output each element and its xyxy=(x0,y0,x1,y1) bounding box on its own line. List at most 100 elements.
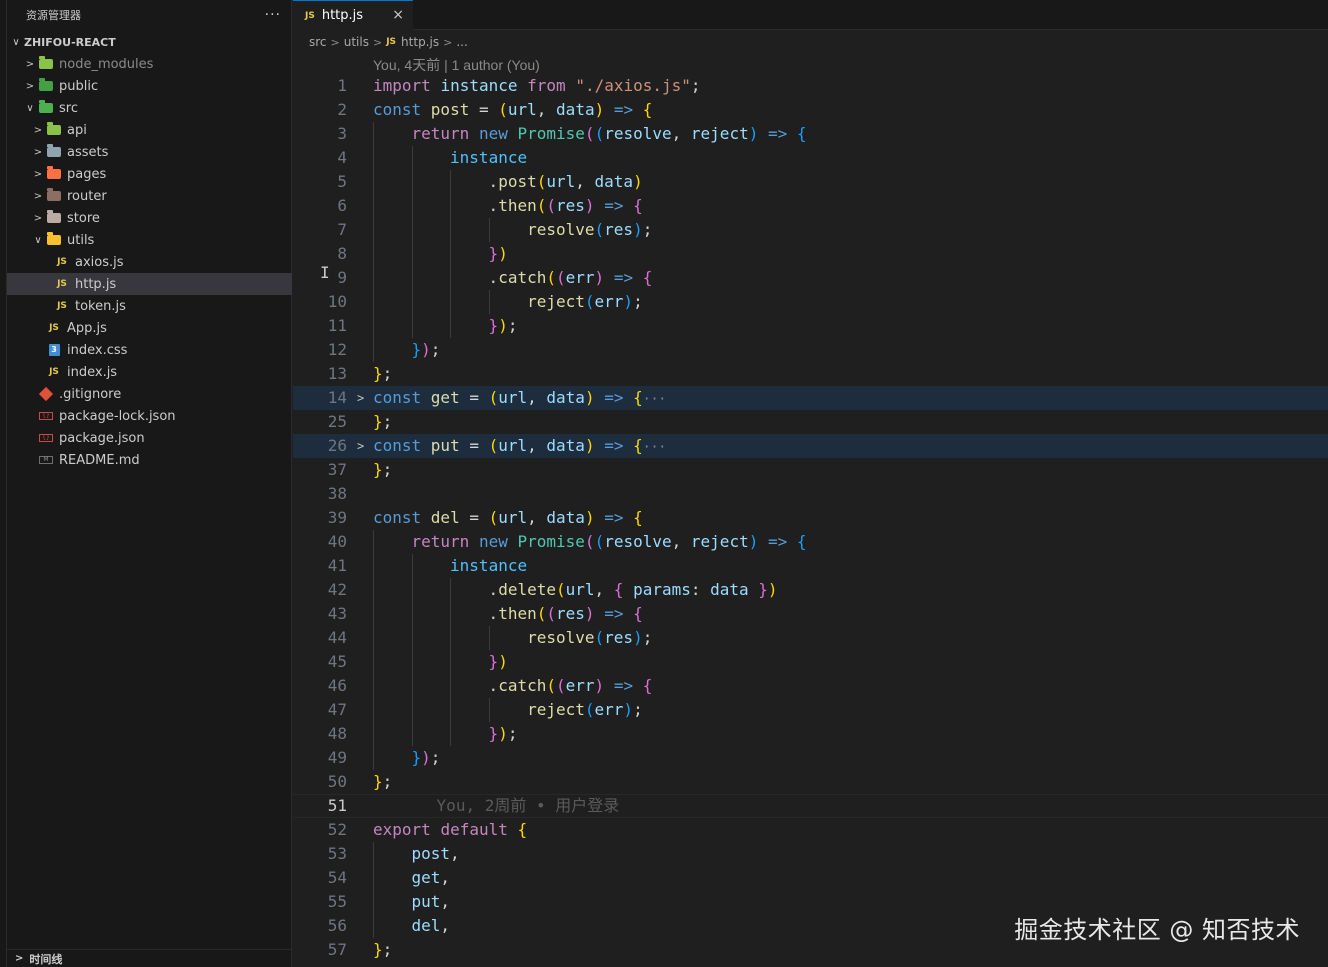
code-token: reject xyxy=(527,700,585,719)
indent-guide xyxy=(373,602,374,626)
code-line[interactable]: 2 const post = (url, data) => { xyxy=(293,98,1328,122)
timeline-panel-header[interactable]: > 时间线 xyxy=(7,949,292,967)
code-line[interactable]: 43 .then((res) => { xyxy=(293,602,1328,626)
code-line[interactable]: 39 const del = (url, data) => { xyxy=(293,506,1328,530)
code-token: post xyxy=(411,844,451,863)
code-line[interactable]: 52 export default { xyxy=(293,818,1328,842)
code-line[interactable]: 46 .catch((err) => { xyxy=(293,674,1328,698)
indent-guide xyxy=(411,242,413,266)
indent-guide xyxy=(373,650,374,674)
tree-item-token-js[interactable]: JS token.js xyxy=(7,295,292,317)
code-token: put xyxy=(430,436,470,455)
tree-item-gitignore[interactable]: .gitignore xyxy=(7,383,292,405)
code-line[interactable]: 42 .delete(url, { params: data }) xyxy=(293,578,1328,602)
code-line[interactable]: 54 get, xyxy=(293,866,1328,890)
code-token: ( xyxy=(594,124,605,143)
tree-item-package-json[interactable]: {} package.json xyxy=(7,427,292,449)
code-line[interactable]: 11}); xyxy=(293,314,1328,338)
tab-label: http.js xyxy=(321,8,364,23)
code-line[interactable]: 12}); xyxy=(293,338,1328,362)
tree-item-pages[interactable]: > pages xyxy=(7,163,292,185)
tree-item-assets[interactable]: > assets xyxy=(7,141,292,163)
code-line[interactable]: 5 .post(url, data) xyxy=(293,170,1328,194)
chevron-right-icon: > xyxy=(33,212,43,224)
code-line[interactable]: 38 xyxy=(293,482,1328,506)
code-line[interactable]: 4 instance xyxy=(293,146,1328,170)
code-line[interactable]: 9 .catch((err) => { xyxy=(293,266,1328,290)
code-line[interactable]: 37}; xyxy=(293,458,1328,482)
folded-ellipsis[interactable]: ··· xyxy=(643,392,666,407)
breadcrumb-src[interactable]: src xyxy=(309,35,327,49)
tree-item-src[interactable]: ∨ src xyxy=(7,97,292,119)
code-editor[interactable]: 1 import instance from "./axios.js"; 2 cons… xyxy=(293,74,1328,962)
code-line[interactable]: 40 return new Promise((resolve, reject) =… xyxy=(293,530,1328,554)
tree-item-utils[interactable]: ∨ utils xyxy=(7,229,292,251)
code-line[interactable]: 13}; xyxy=(293,362,1328,386)
tree-item-index-css[interactable]: 3 index.css xyxy=(7,339,292,361)
code-line[interactable]: 48}); xyxy=(293,722,1328,746)
code-line[interactable]: 49}); xyxy=(293,746,1328,770)
breadcrumb-utils[interactable]: utils xyxy=(344,35,369,49)
tree-item-public[interactable]: > public xyxy=(7,75,292,97)
tree-item-router[interactable]: > router xyxy=(7,185,292,207)
code-line[interactable]: 45}) xyxy=(293,650,1328,674)
tree-item-label: public xyxy=(59,78,99,94)
code-line[interactable]: 26 > const put = (url, data) => {··· xyxy=(293,434,1328,458)
line-number: 1 xyxy=(337,76,347,95)
breadcrumb-symbol[interactable]: ... xyxy=(456,35,467,49)
code-token: ( xyxy=(556,268,566,287)
code-text: .catch((err) => { xyxy=(489,266,653,290)
tree-item-node-modules[interactable]: > node_modules xyxy=(7,53,292,75)
more-actions-icon[interactable]: ··· xyxy=(265,7,281,23)
code-text: const get = (url, data) => {··· xyxy=(373,386,666,412)
code-line[interactable]: 6 .then((res) => { xyxy=(293,194,1328,218)
code-line[interactable]: 8}) xyxy=(293,242,1328,266)
indent-guide xyxy=(411,194,413,218)
line-number: 49 xyxy=(327,748,347,767)
code-line[interactable]: 51 You, 2周前 • 用户登录 xyxy=(293,794,1328,818)
code-line[interactable]: 50}; xyxy=(293,770,1328,794)
code-token: } xyxy=(373,940,383,959)
tab-http-js[interactable]: JS http.js × xyxy=(293,0,413,30)
code-line[interactable]: 7 resolve(res); xyxy=(293,218,1328,242)
indent-guide xyxy=(450,194,452,218)
code-token: resolve xyxy=(604,532,672,551)
chevron-right-icon[interactable]: > xyxy=(357,386,364,410)
tree-item-index-js[interactable]: JS index.js xyxy=(7,361,292,383)
tree-item-label: assets xyxy=(67,144,109,160)
tree-item-package-lock-json[interactable]: {} package-lock.json xyxy=(7,405,292,427)
code-line[interactable]: 47 reject(err); xyxy=(293,698,1328,722)
tree-item-app-js[interactable]: JS App.js xyxy=(7,317,292,339)
code-line[interactable]: 14 > const get = (url, data) => {··· xyxy=(293,386,1328,410)
code-line[interactable]: 41 instance xyxy=(293,554,1328,578)
indent-guide xyxy=(411,722,413,746)
tree-item-readme-md[interactable]: M README.md xyxy=(7,449,292,471)
code-token: ) xyxy=(421,340,431,359)
code-line[interactable]: 44 resolve(res); xyxy=(293,626,1328,650)
code-line[interactable]: 53 post, xyxy=(293,842,1328,866)
indent-guide xyxy=(411,146,413,170)
line-number: 41 xyxy=(327,556,347,575)
tree-item-label: node_modules xyxy=(59,56,154,72)
code-line[interactable]: 3 return new Promise((resolve, reject) =>… xyxy=(293,122,1328,146)
line-number: 6 xyxy=(337,196,347,215)
code-line[interactable]: 10 reject(err); xyxy=(293,290,1328,314)
chevron-right-icon[interactable]: > xyxy=(357,434,364,458)
tree-item-axios-js[interactable]: JS axios.js xyxy=(7,251,292,273)
close-icon[interactable]: × xyxy=(392,7,404,23)
tree-item-http-js[interactable]: JS http.js xyxy=(7,273,292,295)
code-line[interactable]: 1 import instance from "./axios.js"; xyxy=(293,74,1328,98)
breadcrumb-file[interactable]: http.js xyxy=(401,35,439,49)
editor-area: JS http.js × src > utils > JS http.js > … xyxy=(293,0,1328,967)
tree-item-store[interactable]: > store xyxy=(7,207,292,229)
tree-item-api[interactable]: > api xyxy=(7,119,292,141)
project-root[interactable]: ∨ ZHIFOU-REACT xyxy=(8,33,291,51)
codelens-blame[interactable]: You, 4天前 | 1 author (You) xyxy=(373,55,540,75)
code-token: , xyxy=(440,892,451,911)
code-token: => xyxy=(767,124,788,143)
code-line[interactable]: 25}; xyxy=(293,410,1328,434)
folded-ellipsis[interactable]: ··· xyxy=(643,440,666,455)
